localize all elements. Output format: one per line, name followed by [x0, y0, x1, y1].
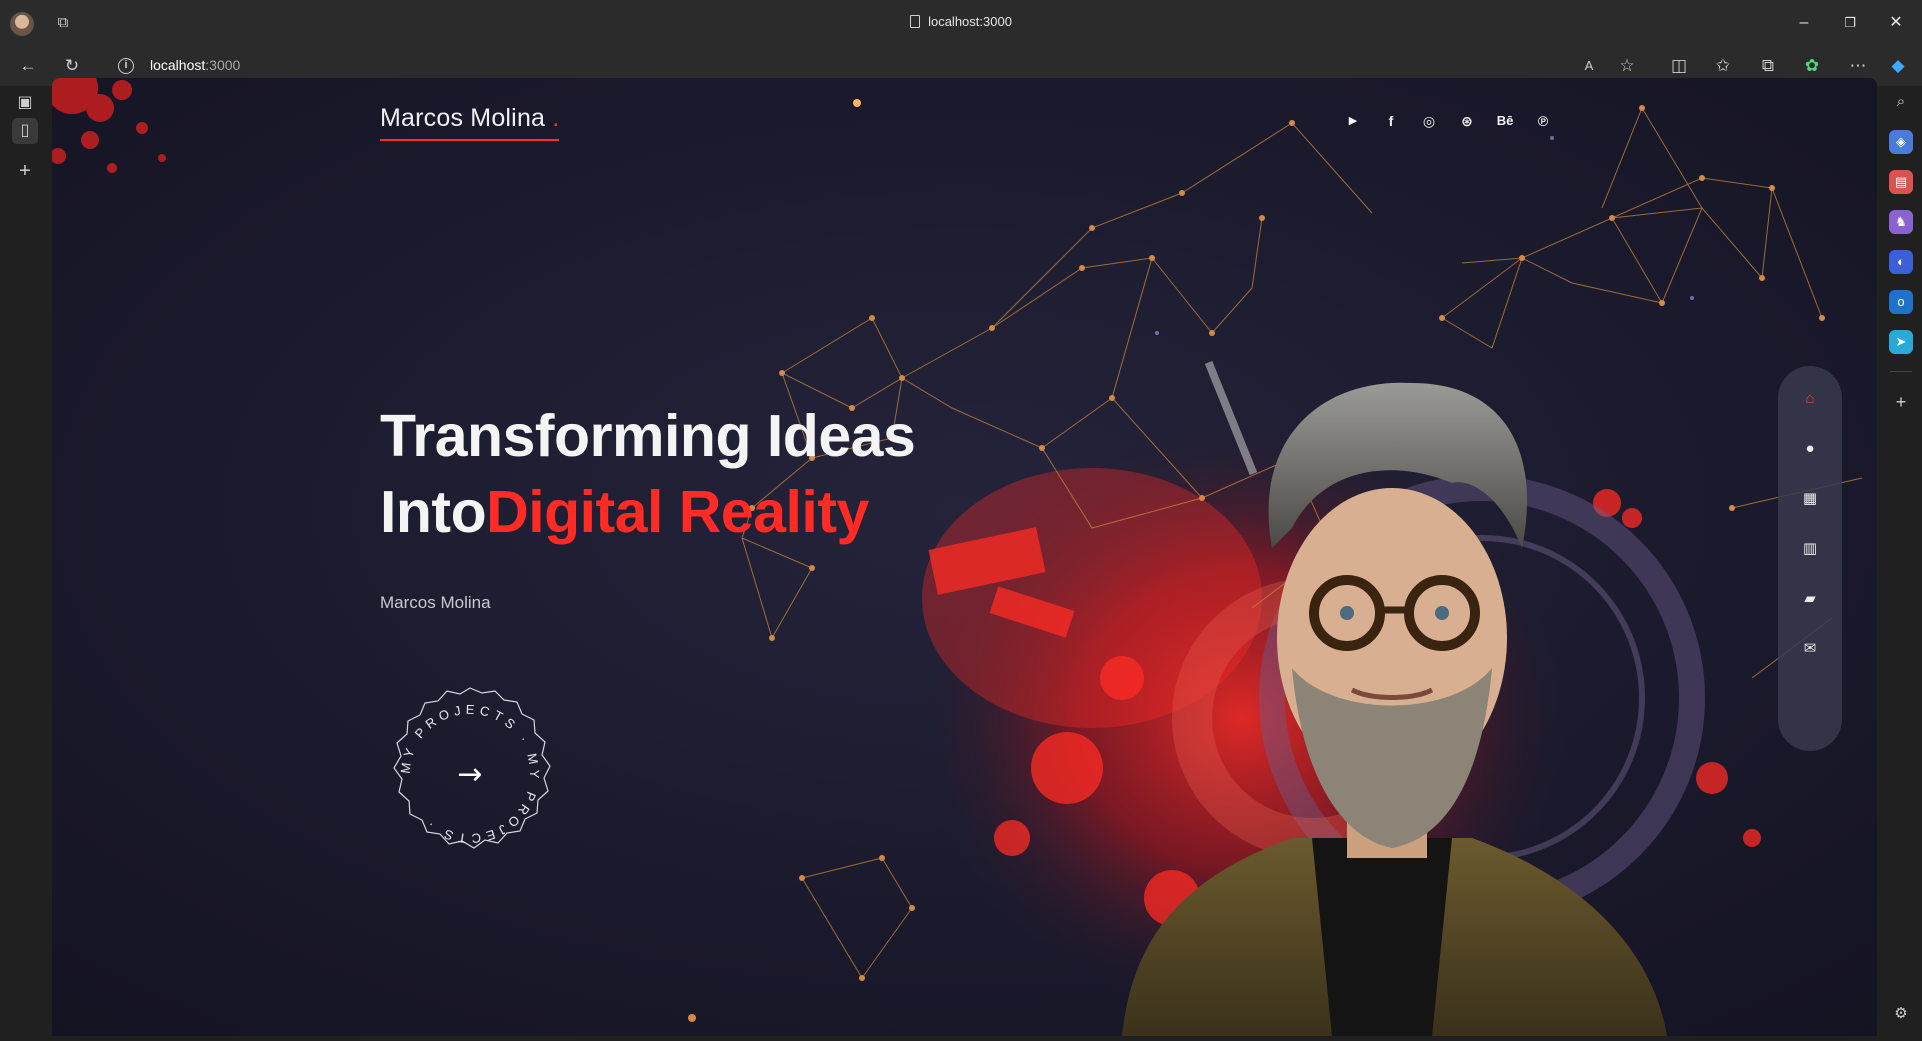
my-projects-button[interactable]: MY PROJECTS · MY PROJECTS · → — [380, 684, 560, 864]
games-icon[interactable]: ♞ — [1889, 210, 1913, 234]
dribbble-icon[interactable]: ⊛ — [1455, 110, 1479, 132]
tab-localhost[interactable]: ▯ — [12, 118, 38, 144]
restore-button[interactable]: ❐ — [1830, 10, 1870, 36]
tab-title[interactable]: localhost:3000 — [0, 14, 1922, 29]
social-links: ▶ f ◎ ⊛ Bē ℗ — [1341, 110, 1555, 132]
youtube-icon[interactable]: ▶ — [1341, 110, 1365, 132]
new-tab-icon[interactable]: + — [12, 158, 38, 184]
home-icon[interactable]: ⌂ — [1797, 386, 1823, 412]
hero-background-art — [52, 78, 1877, 1036]
page-icon — [910, 15, 921, 28]
hero-subtitle: Marcos Molina — [380, 593, 491, 612]
url-text: localhost:3000 — [150, 57, 241, 73]
vertical-tabs-rail: ▣ ▯ + — [0, 86, 52, 1041]
facebook-icon[interactable]: f — [1379, 110, 1403, 132]
hero-title: Transforming Ideas IntoDigital Reality — [380, 398, 916, 550]
close-button[interactable]: ✕ — [1876, 10, 1916, 36]
address-bar[interactable]: i localhost:3000 — [110, 51, 1620, 81]
collections-icon[interactable]: ⧉ — [1756, 54, 1780, 78]
more-icon[interactable]: ⋯ — [1846, 54, 1870, 78]
pinterest-icon[interactable]: ℗ — [1531, 110, 1555, 132]
telegram-icon[interactable]: ➤ — [1889, 330, 1913, 354]
copilot-icon[interactable]: ◆ — [1886, 54, 1910, 78]
page-viewport: Marcos Molina . ▶ f ◎ ⊛ Bē ℗ Transformin… — [52, 78, 1877, 1036]
minimize-button[interactable]: – — [1784, 10, 1824, 36]
arrow-right-icon: → — [457, 757, 482, 792]
back-icon[interactable]: ← — [16, 54, 40, 78]
section-nav: ⌂ ● ▦ ▥ ▰ ✉ — [1778, 366, 1842, 751]
hero-title-line2-plain: Into — [380, 479, 487, 545]
add-sidebar-icon[interactable]: + — [1889, 390, 1913, 414]
settings-icon[interactable]: ⚙ — [1889, 1002, 1913, 1026]
testimonial-icon[interactable]: ▰ — [1797, 586, 1823, 612]
split-screen-icon[interactable]: ◫ — [1667, 54, 1691, 78]
tools-icon[interactable]: ▤ — [1889, 170, 1913, 194]
tab-title-text: localhost:3000 — [928, 14, 1012, 29]
refresh-icon[interactable]: ↻ — [60, 54, 84, 78]
user-icon[interactable]: ● — [1797, 436, 1823, 462]
favorites-icon[interactable]: ✩ — [1711, 54, 1735, 78]
search-icon[interactable]: ⌕ — [1889, 90, 1913, 114]
hero-title-line2-accent: Digital Reality — [486, 479, 869, 545]
behance-icon[interactable]: Bē — [1493, 110, 1517, 132]
favorite-icon[interactable]: ☆ — [1615, 54, 1639, 78]
sidebar-rail: ⌕ ◈ ▤ ♞ ◐ o ➤ + ⚙ — [1880, 86, 1922, 1041]
copilot-sidebar-icon[interactable]: ◐ — [1889, 250, 1913, 274]
instagram-icon[interactable]: ◎ — [1417, 110, 1441, 132]
portfolio-icon[interactable]: ▥ — [1797, 536, 1823, 562]
brand-logo[interactable]: Marcos Molina . — [380, 104, 560, 141]
site-info-icon[interactable]: i — [118, 58, 134, 74]
extensions-icon[interactable]: ✿ — [1800, 54, 1824, 78]
mail-icon[interactable]: ✉ — [1797, 636, 1823, 662]
sidebar-divider — [1890, 371, 1912, 372]
read-aloud-icon[interactable]: A — [1577, 54, 1601, 78]
services-icon[interactable]: ▦ — [1797, 486, 1823, 512]
browser-title-bar: ⧉ localhost:3000 – ❐ ✕ — [0, 0, 1922, 46]
shopping-icon[interactable]: ◈ — [1889, 130, 1913, 154]
tab-actions-icon[interactable]: ▣ — [12, 90, 38, 116]
hero-title-line1: Transforming Ideas — [380, 403, 916, 469]
outlook-icon[interactable]: o — [1889, 290, 1913, 314]
